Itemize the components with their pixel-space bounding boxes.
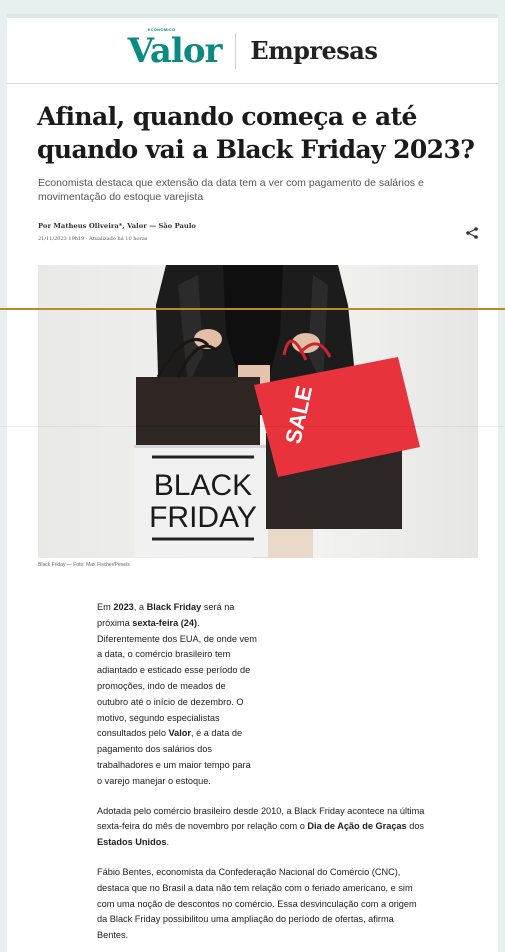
- article-headline: Afinal, quando começa e até quando vai a…: [37, 102, 475, 164]
- page-overlay-line: [0, 308, 505, 310]
- article-page: ECONÔMICO Valor Empresas Afinal, quando …: [7, 14, 498, 952]
- dia-de-acao-de-gracas-link[interactable]: Dia de Ação de Graças: [307, 821, 406, 831]
- page-overlay-faint-line: [0, 426, 505, 427]
- logo-text: Valor: [127, 30, 223, 71]
- paragraph-1: Em 2023, a Black Friday será na próxima …: [97, 602, 257, 786]
- paragraph-3: Fábio Bentes, economista da Confederação…: [97, 866, 417, 941]
- article-dateline: 21/11/2023 19h19 · Atualizado há 10 hora…: [38, 236, 148, 242]
- brand[interactable]: ECONÔMICO Valor Empresas: [127, 27, 378, 71]
- site-header: ECONÔMICO Valor Empresas: [7, 18, 498, 84]
- bag-left-text-2: FRIDAY: [149, 501, 257, 534]
- photo-caption: Black Friday — Foto: Max Fischer/Pexels: [38, 562, 130, 568]
- bag-left-text-1: BLACK: [154, 469, 252, 502]
- article-body: Em 2023, a Black Friday será na próxima …: [97, 600, 427, 952]
- section-title[interactable]: Empresas: [250, 36, 377, 65]
- estados-unidos-link[interactable]: Estados Unidos: [97, 837, 166, 847]
- article-subhead: Economista destaca que extensão da data …: [38, 177, 424, 203]
- header-divider: [235, 32, 237, 69]
- article-byline[interactable]: Por Matheus Oliveira*, Valor — São Paulo: [38, 222, 196, 230]
- logo-tag: ECONÔMICO: [147, 26, 176, 32]
- valor-logo[interactable]: ECONÔMICO Valor: [127, 27, 223, 71]
- paragraph-2: Adotada pelo comércio brasileiro desde 2…: [97, 805, 425, 848]
- share-icon[interactable]: [465, 226, 479, 240]
- valor-link[interactable]: Valor: [169, 728, 191, 738]
